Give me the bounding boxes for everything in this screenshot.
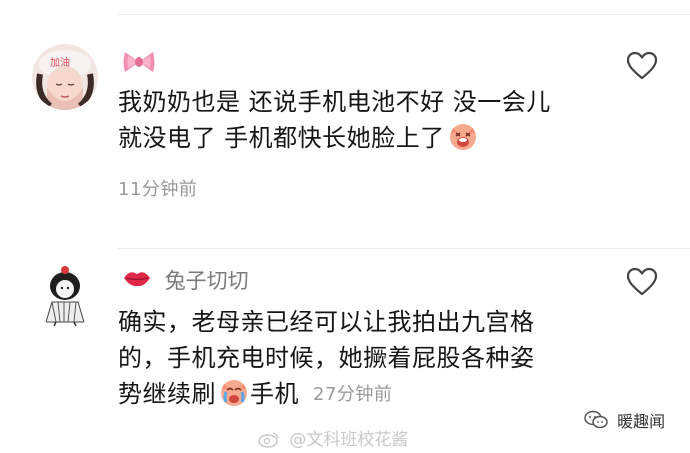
weibo-watermark: @文科班校花酱 xyxy=(258,425,408,453)
comment-username[interactable]: 兔子切切 xyxy=(122,266,249,296)
comment-timestamp: 27分钟前 xyxy=(313,384,393,405)
bow-emoji xyxy=(122,48,156,82)
wechat-icon xyxy=(584,410,608,434)
avatar[interactable] xyxy=(32,262,98,328)
weibo-watermark-text: @文科班校花酱 xyxy=(289,430,409,450)
comment-line-with-emoji: 就没电了 手机都快长她脸上了 xyxy=(118,120,598,156)
comment-line: 势继续刷 xyxy=(118,380,216,408)
avatar[interactable]: 加油 xyxy=(32,44,98,110)
comment-timestamp: 11分钟前 xyxy=(118,179,198,200)
comment-tail-text: 手机 xyxy=(250,380,299,408)
weibo-icon xyxy=(258,430,280,453)
comment-line: 我奶奶也是 还说手机电池不好 没一会儿 xyxy=(118,88,551,116)
channel-watermark: 暖趣闻 xyxy=(584,408,665,434)
comment-line: 的，手机充电时候，她撅着屁股各种姿 xyxy=(118,344,535,372)
comment-line: 就没电了 手机都快长她脸上了 xyxy=(118,124,445,152)
heart-icon[interactable] xyxy=(626,50,658,82)
channel-watermark-text: 暖趣闻 xyxy=(617,412,666,431)
comment-text: 确实，老母亲已经可以让我拍出九宫格 的，手机充电时候，她撅着屁股各种姿 势继续刷… xyxy=(118,304,598,413)
comment-line-with-emoji: 势继续刷 手机 27分钟前 xyxy=(118,376,598,413)
comment-divider xyxy=(118,248,690,249)
comment-line: 确实，老母亲已经可以让我拍出九宫格 xyxy=(118,308,535,336)
crying-laugh-emoji xyxy=(218,376,250,408)
comment-text: 我奶奶也是 还说手机电池不好 没一会儿 就没电了 手机都快长她脸上了 xyxy=(118,84,598,156)
comment-username[interactable] xyxy=(122,48,162,82)
pig-laugh-emoji xyxy=(447,120,479,152)
top-divider xyxy=(118,14,690,15)
heart-icon[interactable] xyxy=(626,266,658,298)
lips-emoji xyxy=(122,266,152,296)
username-text: 兔子切切 xyxy=(164,269,249,293)
